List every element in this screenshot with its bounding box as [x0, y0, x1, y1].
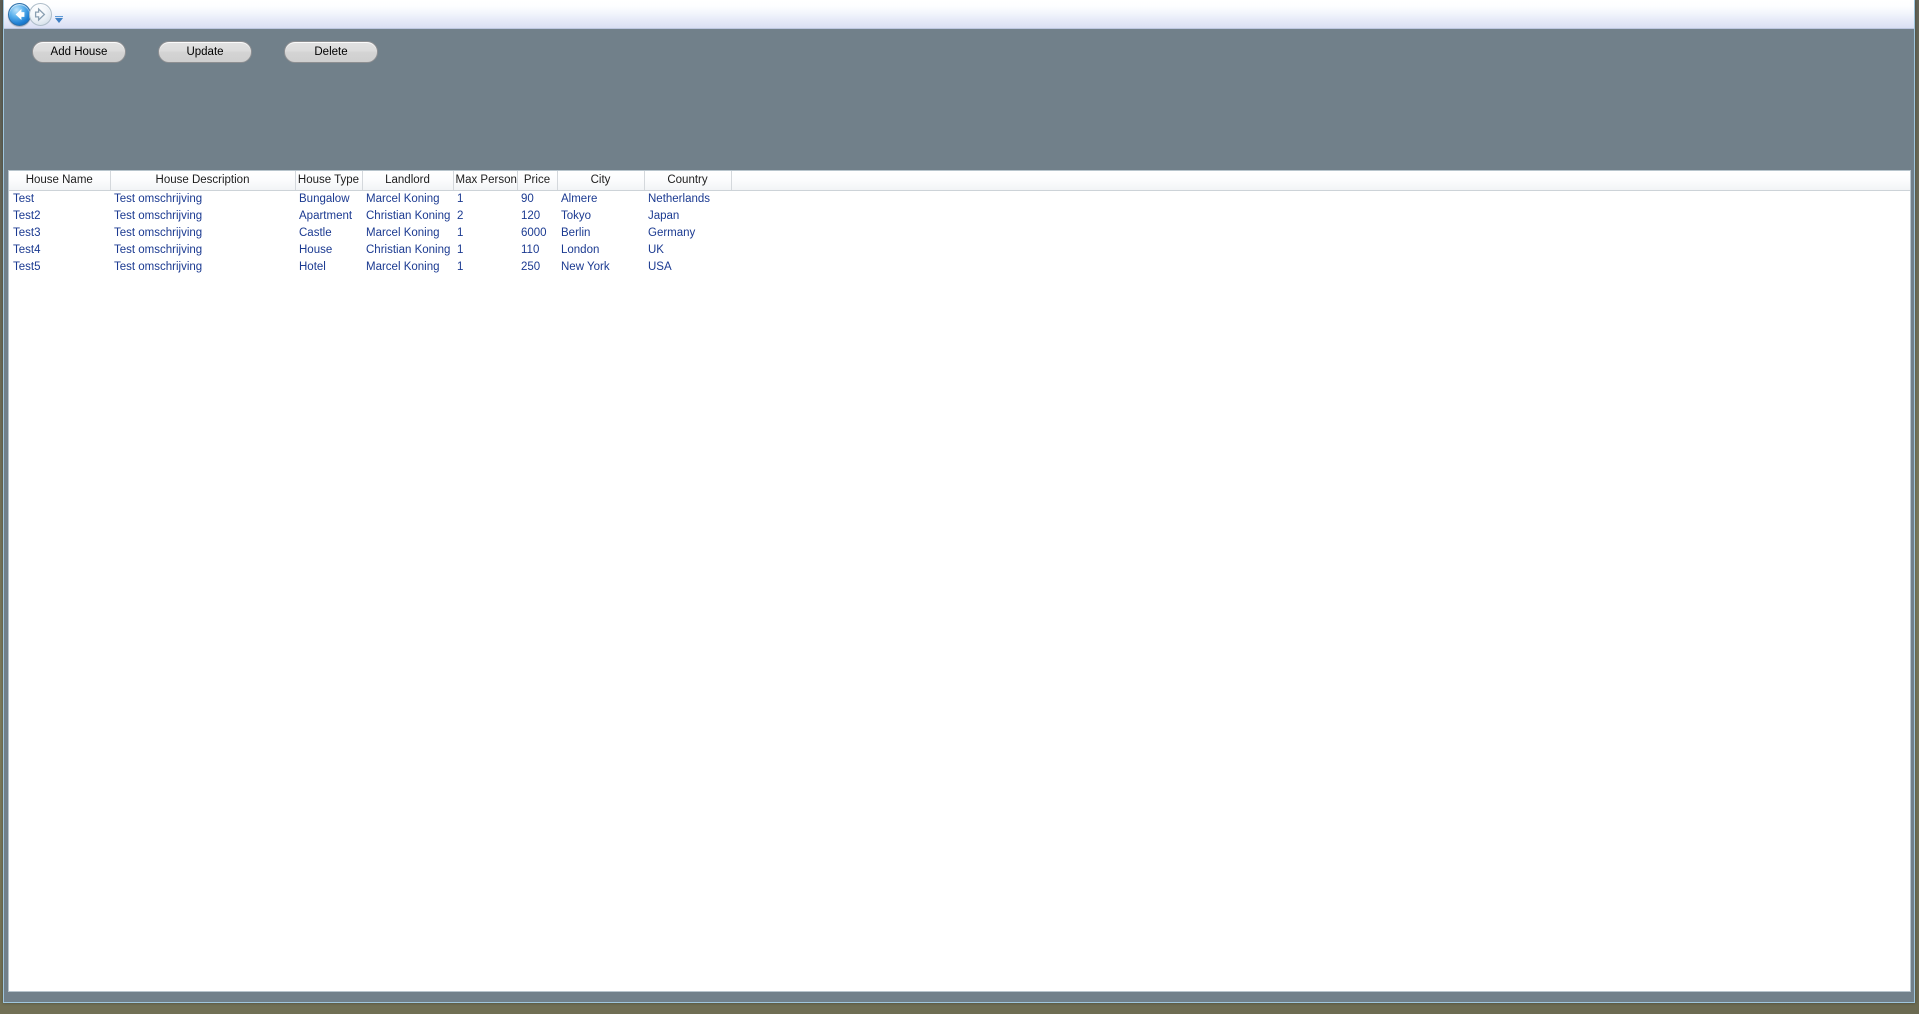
houses-data-grid[interactable]: House Name House Description House Type Lan…: [8, 170, 1911, 992]
cell-filler[interactable]: [731, 241, 1910, 258]
column-header-city[interactable]: City: [557, 171, 645, 191]
cell-country[interactable]: Netherlands: [644, 190, 731, 207]
cell-country[interactable]: UK: [644, 241, 731, 258]
cell-filler[interactable]: [731, 224, 1910, 241]
cell-house-type[interactable]: Bungalow: [295, 190, 362, 207]
forward-arrow-icon[interactable]: [29, 3, 52, 26]
table-header-row: House Name House Description House Type Lan…: [9, 171, 1910, 191]
cell-landlord[interactable]: Marcel Koning: [362, 224, 453, 241]
column-header-max-person[interactable]: Max Person: [453, 171, 518, 191]
cell-house-description[interactable]: Test omschrijving: [110, 190, 295, 207]
cell-landlord[interactable]: Marcel Koning: [362, 258, 453, 275]
cell-landlord[interactable]: Marcel Koning: [362, 190, 453, 207]
cell-landlord[interactable]: Christian Koning: [362, 241, 453, 258]
cell-house-description[interactable]: Test omschrijving: [110, 241, 295, 258]
cell-city[interactable]: Tokyo: [557, 207, 644, 224]
houses-table: House Name House Description House Type Lan…: [9, 171, 1910, 275]
back-arrow-icon[interactable]: [8, 3, 31, 26]
cell-house-type[interactable]: Hotel: [295, 258, 362, 275]
cell-max-person[interactable]: 1: [453, 190, 517, 207]
column-header-landlord[interactable]: Landlord: [362, 171, 454, 191]
cell-landlord[interactable]: Christian Koning: [362, 207, 453, 224]
cell-house-description[interactable]: Test omschrijving: [110, 258, 295, 275]
cell-price[interactable]: 250: [517, 258, 557, 275]
cell-price[interactable]: 90: [517, 190, 557, 207]
cell-filler[interactable]: [731, 207, 1910, 224]
table-row[interactable]: Test5 Test omschrijving Hotel Marcel Koning…: [9, 258, 1910, 275]
cell-city[interactable]: New York: [557, 258, 644, 275]
cell-country[interactable]: Japan: [644, 207, 731, 224]
cell-price[interactable]: 110: [517, 241, 557, 258]
cell-house-description[interactable]: Test omschrijving: [110, 224, 295, 241]
cell-filler[interactable]: [731, 258, 1910, 275]
cell-house-name[interactable]: Test2: [9, 207, 110, 224]
delete-button[interactable]: Delete: [284, 41, 378, 63]
cell-max-person[interactable]: 1: [453, 258, 517, 275]
cell-house-description[interactable]: Test omschrijving: [110, 207, 295, 224]
cell-house-type[interactable]: Castle: [295, 224, 362, 241]
recent-pages-chevron-down-icon[interactable]: [54, 11, 64, 23]
update-button[interactable]: Update: [158, 41, 252, 63]
cell-house-type[interactable]: House: [295, 241, 362, 258]
column-header-price[interactable]: Price: [517, 171, 558, 191]
cell-filler[interactable]: [731, 190, 1910, 207]
table-body: Test Test omschrijving Bungalow Marcel Koni…: [9, 190, 1910, 275]
cell-max-person[interactable]: 1: [453, 241, 517, 258]
table-header: House Name House Description House Type Lan…: [9, 171, 1910, 191]
column-header-house-description[interactable]: House Description: [110, 171, 296, 191]
table-row[interactable]: Test4 Test omschrijving House Christian Kon…: [9, 241, 1910, 258]
cell-city[interactable]: Almere: [557, 190, 644, 207]
cell-price[interactable]: 120: [517, 207, 557, 224]
column-header-filler[interactable]: [731, 171, 1910, 191]
column-header-house-name[interactable]: House Name: [9, 171, 111, 191]
cell-house-name[interactable]: Test4: [9, 241, 110, 258]
add-house-button[interactable]: Add House: [32, 41, 126, 63]
table-row[interactable]: Test Test omschrijving Bungalow Marcel Koni…: [9, 190, 1910, 207]
cell-country[interactable]: USA: [644, 258, 731, 275]
cell-max-person[interactable]: 1: [453, 224, 517, 241]
cell-city[interactable]: London: [557, 241, 644, 258]
column-header-house-type[interactable]: House Type: [295, 171, 363, 191]
cell-price[interactable]: 6000: [517, 224, 557, 241]
toolbar: Add House Update Delete: [32, 41, 378, 63]
cell-house-name[interactable]: Test5: [9, 258, 110, 275]
table-row[interactable]: Test3 Test omschrijving Castle Marcel Konin…: [9, 224, 1910, 241]
cell-city[interactable]: Berlin: [557, 224, 644, 241]
column-header-country[interactable]: Country: [644, 171, 732, 191]
table-row[interactable]: Test2 Test omschrijving Apartment Christian…: [9, 207, 1910, 224]
application-window: Add House Update Delete House Name House …: [3, 0, 1915, 1003]
titlebar: [4, 0, 1914, 29]
cell-house-name[interactable]: Test: [9, 190, 110, 207]
cell-country[interactable]: Germany: [644, 224, 731, 241]
cell-house-type[interactable]: Apartment: [295, 207, 362, 224]
cell-house-name[interactable]: Test3: [9, 224, 110, 241]
cell-max-person[interactable]: 2: [453, 207, 517, 224]
